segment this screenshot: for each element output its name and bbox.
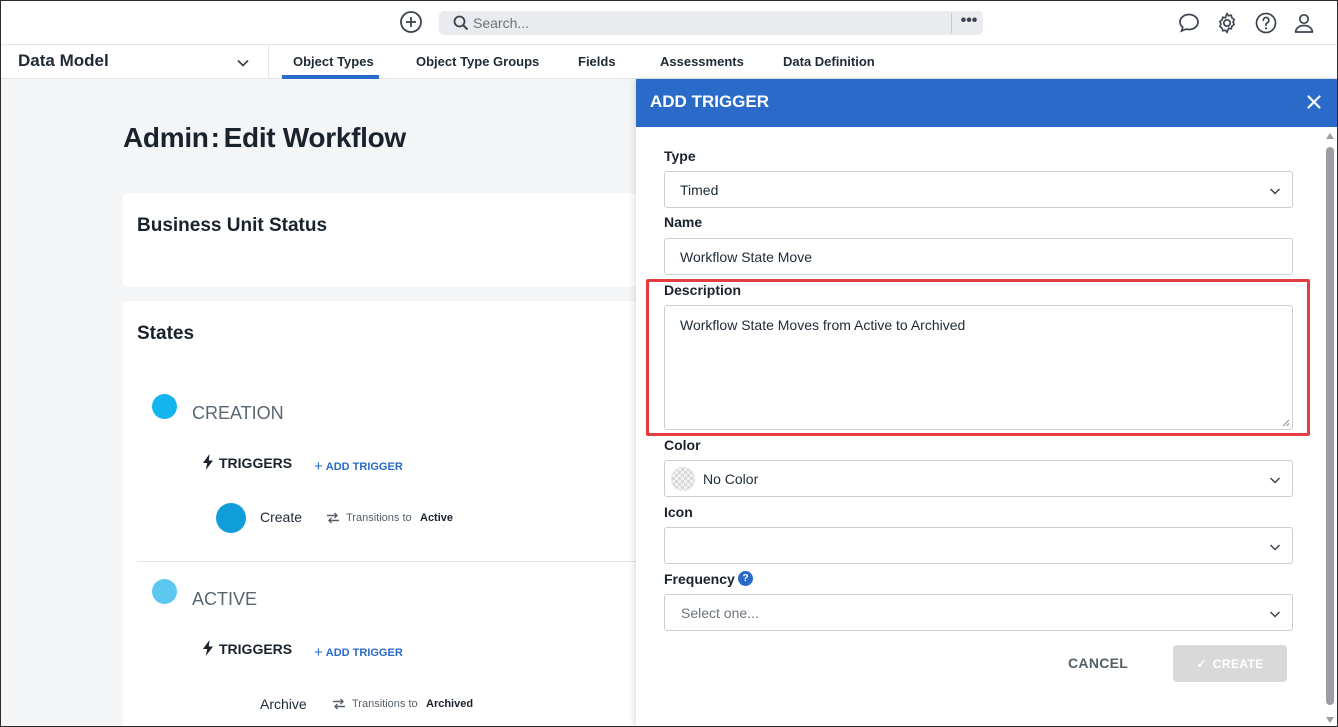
state-name-creation[interactable]: CREATION bbox=[192, 403, 284, 424]
chevron-down-icon bbox=[1269, 188, 1281, 195]
add-trigger-panel: ADD TRIGGER Type Timed Name Workflow Sta… bbox=[636, 79, 1338, 727]
top-bar: ••• bbox=[0, 0, 1338, 44]
tab-assessments[interactable]: Assessments bbox=[660, 54, 744, 69]
add-trigger-label: ADD TRIGGER bbox=[325, 461, 403, 473]
states-heading: States bbox=[137, 323, 195, 344]
scroll-down-arrow-icon[interactable] bbox=[1326, 717, 1334, 723]
active-tab-indicator bbox=[282, 75, 379, 79]
transition-arrows-icon bbox=[327, 512, 339, 524]
module-selector[interactable]: Data Model bbox=[18, 51, 109, 71]
no-color-swatch-icon bbox=[671, 467, 695, 491]
plus-icon: + bbox=[314, 644, 323, 661]
color-label: Color bbox=[664, 437, 701, 453]
highlight-annotation bbox=[646, 279, 1310, 436]
icon-select[interactable] bbox=[664, 527, 1293, 564]
chevron-down-icon bbox=[1269, 477, 1281, 484]
state-color-dot bbox=[152, 579, 177, 604]
page-title-separator: : bbox=[210, 122, 220, 153]
search-input[interactable] bbox=[473, 11, 943, 35]
scroll-thumb[interactable] bbox=[1326, 147, 1334, 705]
workflow-name-card: Business Unit Status bbox=[123, 193, 638, 287]
add-trigger-button[interactable]: + ADD TRIGGER bbox=[314, 643, 403, 661]
checkmark-icon: ✓ bbox=[1196, 656, 1207, 671]
type-select[interactable]: Timed bbox=[664, 171, 1293, 208]
transition-text: Transitions to bbox=[346, 512, 412, 524]
icon-label: Icon bbox=[664, 504, 693, 520]
color-value: No Color bbox=[703, 471, 759, 487]
add-trigger-label: ADD TRIGGER bbox=[325, 647, 403, 659]
workflow-name: Business Unit Status bbox=[137, 215, 328, 236]
create-button[interactable]: ✓ CREATE bbox=[1173, 645, 1287, 682]
search-divider bbox=[951, 13, 952, 33]
state-color-dot bbox=[152, 394, 177, 419]
transition-text: Transitions to bbox=[352, 698, 418, 710]
tab-object-type-groups[interactable]: Object Type Groups bbox=[416, 54, 539, 69]
frequency-select[interactable]: Select one... bbox=[664, 594, 1293, 631]
name-input[interactable]: Workflow State Move bbox=[664, 238, 1293, 275]
page-title-main: Edit Workflow bbox=[223, 122, 407, 153]
search-options-button[interactable]: ••• bbox=[956, 11, 982, 35]
nav-divider bbox=[268, 45, 269, 79]
add-trigger-button[interactable]: + ADD TRIGGER bbox=[314, 457, 403, 475]
frequency-label: Frequency bbox=[664, 571, 735, 587]
transition-arrows-icon bbox=[333, 698, 345, 710]
panel-header: ADD TRIGGER bbox=[636, 79, 1338, 127]
panel-title: ADD TRIGGER bbox=[650, 92, 769, 111]
state-name-active[interactable]: ACTIVE bbox=[192, 589, 257, 610]
scroll-up-arrow-icon[interactable] bbox=[1326, 133, 1334, 139]
triggers-label: TRIGGERS bbox=[219, 641, 293, 657]
transition-target: Archived bbox=[426, 698, 474, 710]
create-button-label: CREATE bbox=[1212, 656, 1264, 671]
page-title: Admin: Edit Workflow bbox=[123, 122, 406, 154]
triggers-label: TRIGGERS bbox=[219, 455, 293, 471]
trigger-color-dot bbox=[216, 503, 246, 533]
trigger-name-archive[interactable]: Archive bbox=[260, 696, 307, 712]
type-label: Type bbox=[664, 148, 696, 164]
name-value: Workflow State Move bbox=[680, 249, 813, 265]
global-search: ••• bbox=[439, 11, 983, 35]
chevron-down-icon[interactable] bbox=[235, 55, 251, 71]
search-icon bbox=[453, 15, 469, 31]
tab-fields[interactable]: Fields bbox=[578, 54, 616, 69]
add-circle-icon[interactable] bbox=[399, 10, 423, 34]
page-title-prefix: Admin bbox=[123, 122, 209, 153]
cancel-button[interactable]: CANCEL bbox=[1068, 645, 1128, 681]
state-divider bbox=[137, 561, 637, 562]
user-icon[interactable] bbox=[1292, 11, 1316, 35]
plus-icon: + bbox=[314, 458, 323, 475]
color-select[interactable]: No Color bbox=[664, 460, 1293, 497]
gear-icon[interactable] bbox=[1215, 11, 1239, 35]
transition-target: Active bbox=[420, 512, 454, 524]
frequency-placeholder: Select one... bbox=[681, 605, 759, 621]
name-label: Name bbox=[664, 214, 703, 230]
tab-object-types[interactable]: Object Types bbox=[293, 54, 374, 69]
chevron-down-icon bbox=[1269, 544, 1281, 551]
nav-bar: Data Model Object Types Object Type Grou… bbox=[0, 44, 1338, 79]
trigger-name-create[interactable]: Create bbox=[260, 509, 302, 525]
help-icon[interactable] bbox=[1254, 11, 1278, 35]
lightning-bolt-icon bbox=[203, 454, 213, 470]
close-icon[interactable] bbox=[1304, 92, 1324, 112]
panel-scrollbar[interactable] bbox=[1322, 131, 1338, 727]
chevron-down-icon bbox=[1269, 611, 1281, 618]
tab-data-definition[interactable]: Data Definition bbox=[783, 54, 875, 69]
frequency-help-icon[interactable]: ? bbox=[738, 571, 753, 586]
type-value: Timed bbox=[680, 182, 719, 198]
lightning-bolt-icon bbox=[203, 640, 213, 656]
chat-icon[interactable] bbox=[1177, 11, 1201, 35]
